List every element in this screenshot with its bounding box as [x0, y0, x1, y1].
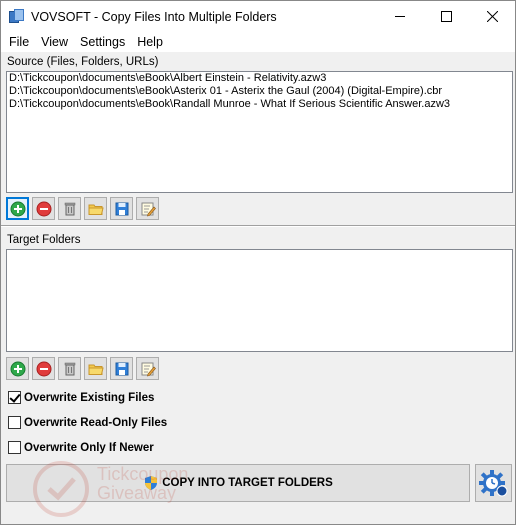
app-window: VOVSOFT - Copy Files Into Multiple Folde… — [0, 0, 516, 525]
save-icon — [115, 362, 128, 375]
target-label: Target Folders — [7, 234, 81, 246]
overwrite-existing-label: Overwrite Existing Files — [24, 391, 155, 404]
add-icon — [10, 361, 25, 376]
copy-button-label: COPY INTO TARGET FOLDERS — [162, 477, 333, 489]
maximize-button[interactable] — [423, 1, 469, 32]
trash-icon — [64, 202, 75, 215]
list-item[interactable]: D:\Tickcoupon\documents\eBook\Randall Mu… — [7, 98, 512, 111]
list-item[interactable]: D:\Tickcoupon\documents\eBook\Asterix 01… — [7, 85, 512, 98]
overwrite-newer-label: Overwrite Only If Newer — [24, 441, 154, 454]
menu-file[interactable]: File — [3, 32, 35, 52]
source-add-button[interactable] — [6, 197, 29, 220]
source-edit-button[interactable] — [136, 197, 159, 220]
edit-icon — [141, 362, 156, 376]
copy-into-target-button[interactable]: COPY INTO TARGET FOLDERS — [6, 464, 470, 502]
gear-clock-icon — [478, 470, 507, 497]
folder-open-icon — [88, 204, 104, 215]
settings-button[interactable] — [475, 464, 512, 502]
target-open-button[interactable] — [84, 357, 107, 380]
source-clear-button[interactable] — [58, 197, 81, 220]
minimize-icon — [394, 16, 405, 17]
minimize-button[interactable] — [377, 1, 423, 32]
list-item[interactable]: D:\Tickcoupon\documents\eBook\Albert Ein… — [7, 72, 512, 85]
trash-icon — [64, 362, 75, 375]
overwrite-newer-checkbox[interactable] — [8, 441, 21, 454]
source-toolbar — [6, 197, 159, 221]
source-open-button[interactable] — [84, 197, 107, 220]
title-bar: VOVSOFT - Copy Files Into Multiple Folde… — [1, 1, 515, 32]
target-edit-button[interactable] — [136, 357, 159, 380]
menu-settings[interactable]: Settings — [74, 32, 131, 52]
remove-icon — [36, 201, 51, 216]
target-save-button[interactable] — [110, 357, 133, 380]
shield-icon — [145, 476, 158, 490]
target-add-button[interactable] — [6, 357, 29, 380]
overwrite-readonly-option[interactable]: Overwrite Read-Only Files — [8, 416, 167, 429]
panel-separator[interactable] — [1, 225, 515, 227]
close-icon — [486, 11, 498, 22]
source-label: Source (Files, Folders, URLs) — [7, 56, 159, 68]
add-icon — [10, 201, 25, 216]
save-icon — [115, 202, 128, 215]
overwrite-newer-option[interactable]: Overwrite Only If Newer — [8, 441, 154, 454]
source-remove-button[interactable] — [32, 197, 55, 220]
source-list[interactable]: D:\Tickcoupon\documents\eBook\Albert Ein… — [6, 71, 513, 193]
remove-icon — [36, 361, 51, 376]
menu-bar: File View Settings Help — [1, 32, 515, 52]
overwrite-existing-checkbox[interactable] — [8, 391, 21, 404]
close-button[interactable] — [469, 1, 515, 32]
overwrite-existing-option[interactable]: Overwrite Existing Files — [8, 391, 154, 404]
target-list[interactable] — [6, 249, 513, 352]
maximize-icon — [440, 11, 452, 22]
menu-view[interactable]: View — [35, 32, 74, 52]
target-remove-button[interactable] — [32, 357, 55, 380]
app-icon — [9, 8, 25, 25]
edit-icon — [141, 202, 156, 216]
menu-help[interactable]: Help — [131, 32, 169, 52]
window-title: VOVSOFT - Copy Files Into Multiple Folde… — [31, 9, 277, 24]
target-toolbar — [6, 357, 159, 381]
target-clear-button[interactable] — [58, 357, 81, 380]
folder-open-icon — [88, 364, 104, 375]
overwrite-readonly-label: Overwrite Read-Only Files — [24, 416, 168, 429]
overwrite-readonly-checkbox[interactable] — [8, 416, 21, 429]
source-save-button[interactable] — [110, 197, 133, 220]
